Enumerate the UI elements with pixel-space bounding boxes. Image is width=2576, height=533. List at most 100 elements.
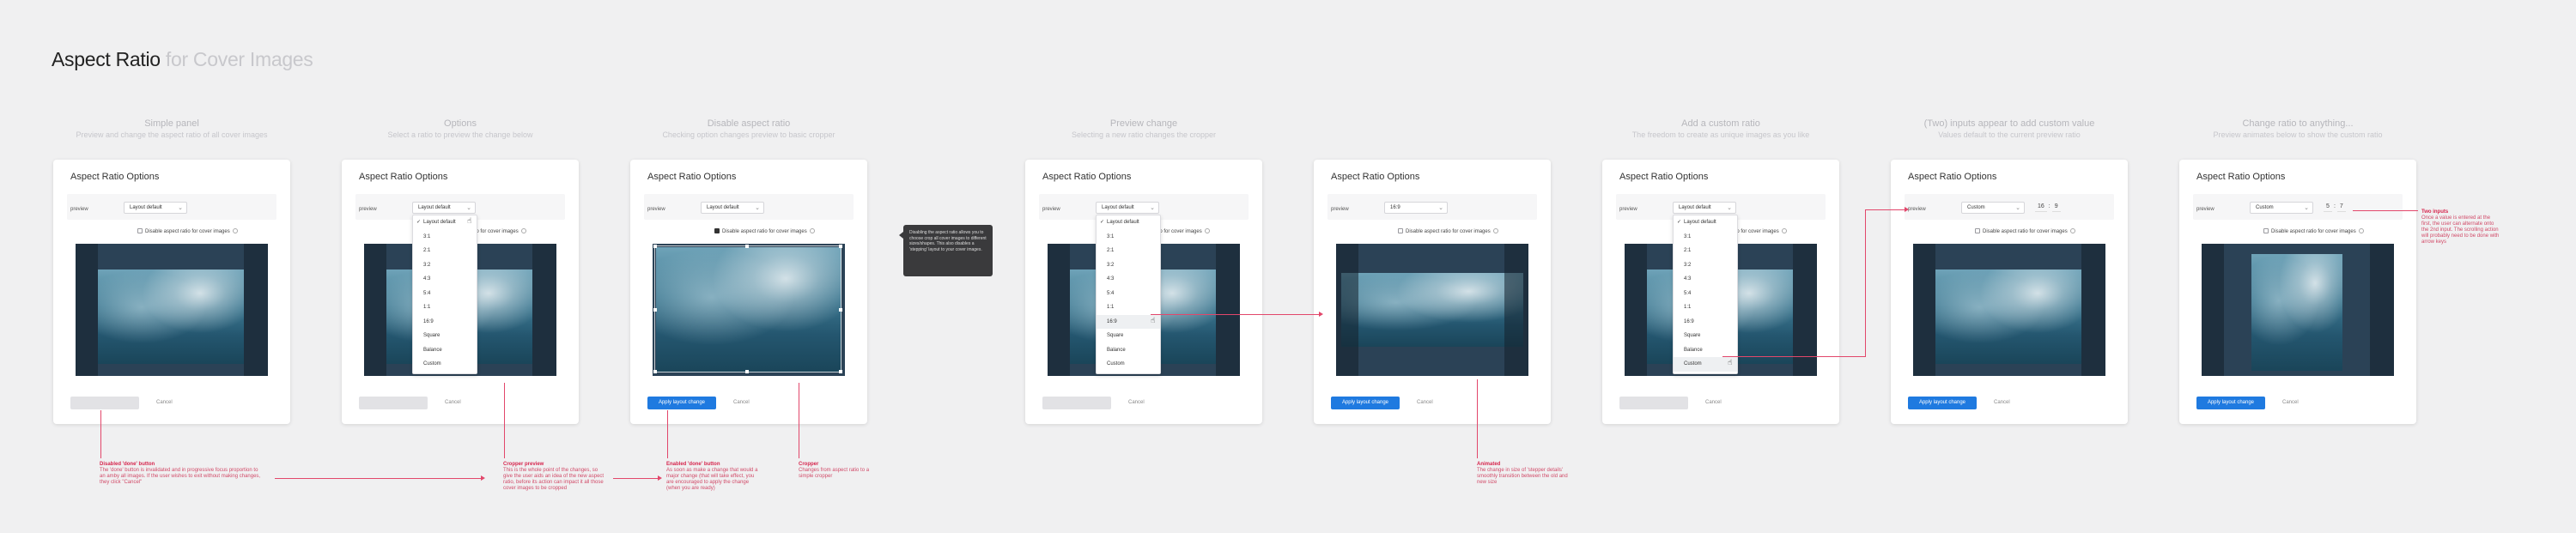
apply-layout-button[interactable]: Apply layout change: [647, 397, 716, 409]
dropdown-option[interactable]: 1:1: [413, 300, 477, 315]
crop-frame[interactable]: [653, 245, 842, 373]
note-title: Enabled 'done' button: [666, 462, 720, 467]
dropdown-option[interactable]: 1:1: [1674, 300, 1737, 315]
dropdown-option[interactable]: 5:4: [413, 287, 477, 301]
note-title: Animated: [1477, 462, 1501, 467]
cancel-button[interactable]: Cancel: [156, 400, 173, 405]
apply-layout-button[interactable]: Apply layout change: [2196, 397, 2265, 409]
dropdown-option[interactable]: Layout default: [1097, 215, 1160, 230]
crop-handle[interactable]: [745, 370, 749, 373]
ratio-select[interactable]: Layout default ⌄: [1673, 202, 1736, 214]
crop-handle[interactable]: [745, 245, 749, 248]
wave-image: [1341, 273, 1523, 347]
crop-shade: [2081, 244, 2105, 376]
crop-handle[interactable]: [653, 370, 657, 373]
checkbox[interactable]: [1975, 228, 1980, 233]
dropdown-option[interactable]: 3:1: [1674, 230, 1737, 245]
disable-ratio-checkbox-row[interactable]: Disable aspect ratio for cover images: [1398, 228, 1498, 234]
apply-layout-button[interactable]: Apply layout change: [359, 397, 428, 409]
info-icon[interactable]: [1781, 228, 1787, 233]
dropdown-option[interactable]: 2:1: [1674, 244, 1737, 258]
cancel-button[interactable]: Cancel: [1994, 400, 2010, 405]
info-icon[interactable]: [520, 228, 526, 233]
dropdown-option[interactable]: 1:1: [1097, 300, 1160, 315]
apply-layout-button[interactable]: Apply layout change: [1042, 397, 1111, 409]
ratio-select[interactable]: Layout default ⌄: [701, 202, 764, 214]
ratio-select[interactable]: Layout default ⌄: [1096, 202, 1159, 214]
ratio-select[interactable]: Layout default ⌄: [412, 202, 476, 214]
dropdown-option[interactable]: 3:1: [413, 230, 477, 245]
panel-title: Aspect Ratio Options: [1619, 172, 1709, 182]
custom-width-input[interactable]: 16: [2035, 202, 2047, 212]
chevron-down-icon: ⌄: [2015, 205, 2020, 211]
crop-handle[interactable]: [653, 308, 657, 312]
cancel-button[interactable]: Cancel: [1417, 400, 1433, 405]
ratio-select-value: Layout default: [707, 205, 739, 210]
step-description: Checking option changes preview to basic…: [662, 130, 835, 139]
crop-handle[interactable]: [839, 370, 842, 373]
ratio-select[interactable]: Custom ⌄: [1961, 202, 2025, 214]
checkbox[interactable]: [714, 228, 720, 233]
dropdown-option[interactable]: 3:2: [1674, 258, 1737, 273]
wave-image: [98, 270, 244, 364]
crop-handle[interactable]: [653, 245, 657, 248]
crop-handle[interactable]: [839, 308, 842, 312]
dropdown-option[interactable]: 4:3: [1674, 272, 1737, 287]
crop-handle[interactable]: [839, 245, 842, 248]
ratio-select[interactable]: Custom ⌄: [2250, 202, 2313, 214]
dropdown-option[interactable]: 2:1: [1097, 244, 1160, 258]
dropdown-option[interactable]: 16:9: [1674, 315, 1737, 330]
info-icon[interactable]: [2358, 228, 2364, 233]
cancel-button[interactable]: Cancel: [445, 400, 461, 405]
dropdown-option[interactable]: Balance: [413, 343, 477, 358]
dropdown-option[interactable]: Layout default: [1674, 215, 1737, 230]
dropdown-option[interactable]: 4:3: [1097, 272, 1160, 287]
info-icon[interactable]: [809, 228, 815, 233]
dropdown-option[interactable]: 16:9: [413, 315, 477, 330]
cancel-button[interactable]: Cancel: [1705, 400, 1722, 405]
ratio-select[interactable]: Layout default ⌄: [124, 202, 187, 214]
dropdown-option[interactable]: Square: [413, 329, 477, 343]
dropdown-option[interactable]: 3:2: [413, 258, 477, 273]
custom-height-input[interactable]: 7: [2336, 202, 2346, 212]
note-disabled-button: Disabled 'done' button The 'done' button…: [100, 462, 263, 486]
apply-layout-button[interactable]: Apply layout change: [1908, 397, 1977, 409]
dropdown-option[interactable]: 3:1: [1097, 230, 1160, 245]
preview-label: preview: [2196, 207, 2215, 212]
checkbox-label: Disable aspect ratio for cover images: [1406, 229, 1491, 234]
dropdown-option[interactable]: 3:2: [1097, 258, 1160, 273]
crop-shade: [1048, 244, 1070, 376]
disable-ratio-checkbox-row[interactable]: Disable aspect ratio for cover images: [2263, 228, 2364, 234]
ratio-select[interactable]: 16:9 ⌄: [1384, 202, 1448, 214]
dropdown-option[interactable]: Square: [1097, 329, 1160, 343]
checkbox[interactable]: [137, 228, 143, 233]
dropdown-option[interactable]: 5:4: [1674, 287, 1737, 301]
dropdown-option[interactable]: Square: [1674, 329, 1737, 343]
info-icon[interactable]: [2069, 228, 2075, 233]
dropdown-option[interactable]: 4:3: [413, 272, 477, 287]
cancel-button[interactable]: Cancel: [733, 400, 750, 405]
checkbox[interactable]: [1398, 228, 1403, 233]
info-icon[interactable]: [232, 228, 238, 233]
info-icon[interactable]: [1492, 228, 1498, 233]
dropdown-option[interactable]: Custom: [413, 357, 477, 372]
custom-width-input[interactable]: 5: [2324, 202, 2332, 212]
dropdown-option[interactable]: Balance: [1674, 343, 1737, 358]
dropdown-option[interactable]: Balance: [1097, 343, 1160, 358]
custom-height-input[interactable]: 9: [2051, 202, 2061, 212]
disable-ratio-checkbox-row[interactable]: Disable aspect ratio for cover images: [137, 228, 238, 234]
crop-shade: [1504, 244, 1528, 376]
info-icon[interactable]: [1204, 228, 1210, 233]
disable-ratio-checkbox-row[interactable]: Disable aspect ratio for cover images: [714, 228, 815, 234]
hand-cursor-icon: ☝: [1151, 315, 1156, 324]
disable-ratio-checkbox-row[interactable]: Disable aspect ratio for cover images: [1975, 228, 2075, 234]
apply-layout-button[interactable]: Apply layout change: [1331, 397, 1400, 409]
cancel-button[interactable]: Cancel: [2282, 400, 2299, 405]
apply-layout-button[interactable]: Apply layout change: [70, 397, 139, 409]
dropdown-option[interactable]: Custom: [1097, 357, 1160, 372]
cancel-button[interactable]: Cancel: [1128, 400, 1145, 405]
dropdown-option[interactable]: 5:4: [1097, 287, 1160, 301]
dropdown-option[interactable]: 2:1: [413, 244, 477, 258]
checkbox[interactable]: [2263, 228, 2269, 233]
apply-layout-button[interactable]: Apply layout change: [1619, 397, 1688, 409]
